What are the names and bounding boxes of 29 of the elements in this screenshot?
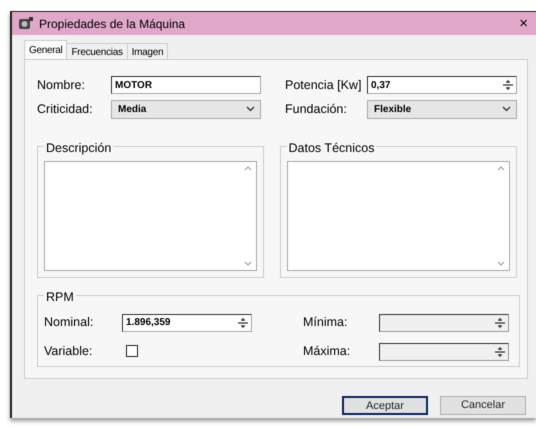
scroll-down-icon[interactable] (244, 261, 252, 266)
field-label: Criticidad: (37, 100, 94, 118)
spin-field[interactable]: 1.896,359 (122, 314, 252, 332)
field-label: Máxima: (303, 343, 352, 360)
spin-icon[interactable] (236, 316, 250, 330)
close-button[interactable]: × (517, 16, 530, 31)
spin-icon[interactable] (501, 78, 515, 92)
field-label: Nominal: (44, 314, 94, 332)
field-label: Variable: (44, 343, 94, 360)
tab[interactable]: General (24, 40, 68, 59)
tab[interactable]: Imagen (126, 43, 168, 59)
caret-icon (246, 106, 255, 112)
caret-icon (502, 106, 511, 112)
field-label: Nombre: (37, 76, 86, 94)
scroll-up-icon[interactable] (497, 166, 505, 171)
checkbox[interactable] (126, 344, 138, 356)
field-label: Potencia [Kw] (285, 76, 362, 94)
scroll-up-icon[interactable] (244, 166, 252, 171)
scroll-down-icon[interactable] (497, 261, 505, 266)
window-title: Propiedades de la Máquina (39, 16, 186, 32)
dropdown[interactable]: Flexible (367, 100, 517, 118)
field-label: Fundación: (285, 100, 348, 118)
spin-field[interactable]: 0,37 (367, 76, 517, 94)
field-label: Mínima: (303, 314, 348, 332)
input-field[interactable]: MOTOR (111, 76, 261, 94)
dropdown[interactable]: Media (111, 100, 261, 118)
dialog-button[interactable]: Aceptar (342, 396, 428, 415)
dialog-button[interactable]: Cancelar (440, 396, 526, 415)
machine-icon (18, 16, 34, 30)
